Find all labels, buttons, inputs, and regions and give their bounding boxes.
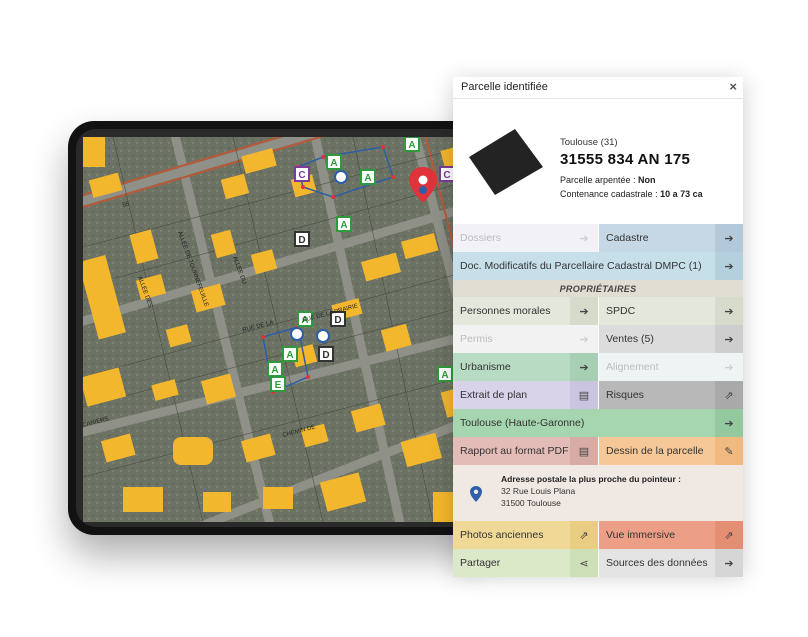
personnes-morales-button[interactable]: Personnes morales ➔ bbox=[453, 297, 598, 325]
parcel-id: 31555 834 AN 175 bbox=[560, 151, 691, 168]
svg-text:A: A bbox=[340, 220, 347, 231]
svg-text:A: A bbox=[286, 350, 293, 361]
arrow-right-icon: ➔ bbox=[579, 232, 589, 245]
arrow-right-icon: ➔ bbox=[579, 333, 589, 346]
panel-header: Parcelle identifiée × bbox=[453, 77, 743, 99]
svg-text:C: C bbox=[443, 170, 450, 181]
external-link-icon: ⇗ bbox=[715, 521, 743, 549]
pdf-file-icon: ▤ bbox=[570, 437, 598, 465]
cadastre-button[interactable]: Cadastre ➔ bbox=[598, 224, 743, 252]
svg-text:C: C bbox=[298, 170, 305, 181]
arrow-right-icon: ➔ bbox=[715, 409, 743, 437]
share-icon: ⋖ bbox=[570, 549, 598, 577]
arrow-right-icon: ➔ bbox=[570, 353, 598, 381]
proprietaires-section-header: PROPRIÉTAIRES bbox=[453, 280, 743, 297]
address-city: 31500 Toulouse bbox=[501, 498, 561, 508]
vue-immersive-button[interactable]: Vue immersive ⇗ bbox=[598, 521, 743, 549]
panel-title: Parcelle identifiée bbox=[461, 81, 548, 93]
parcel-city: Toulouse (31) bbox=[560, 137, 618, 148]
toulouse-button[interactable]: Toulouse (Haute-Garonne) ➔ bbox=[453, 409, 743, 437]
surveyed-status: Parcelle arpentée : Non bbox=[560, 175, 656, 185]
external-link-icon: ⇗ bbox=[570, 521, 598, 549]
svg-text:D: D bbox=[334, 315, 341, 326]
arrow-right-icon: ➔ bbox=[724, 361, 734, 374]
pdf-file-icon: ▤ bbox=[570, 381, 598, 409]
permis-button[interactable]: Permis ➔ bbox=[453, 325, 598, 353]
doc-modificatifs-button[interactable]: Doc. Modificatifs du Parcellaire Cadastr… bbox=[453, 252, 743, 280]
nearest-address: Adresse postale la plus proche du pointe… bbox=[453, 465, 743, 521]
arrow-right-icon: ➔ bbox=[570, 297, 598, 325]
photos-anciennes-button[interactable]: Photos anciennes ⇗ bbox=[453, 521, 598, 549]
parcel-info: Toulouse (31) 31555 834 AN 175 Parcelle … bbox=[453, 99, 743, 224]
dessin-parcelle-button[interactable]: Dessin de la parcelle ✎ bbox=[598, 437, 743, 465]
action-grid: Dossiers ➔ Cadastre ➔ Doc. Modificatifs du… bbox=[453, 224, 743, 577]
arrow-right-icon: ➔ bbox=[715, 224, 743, 252]
aerial-map[interactable]: A A C A D D D A A A E A A C 55 ALLÉE DE … bbox=[83, 137, 483, 522]
parcel-shape-icon bbox=[469, 129, 543, 195]
arrow-right-icon: ➔ bbox=[715, 297, 743, 325]
close-icon[interactable]: × bbox=[729, 79, 737, 94]
ventes-button[interactable]: Ventes (5) ➔ bbox=[598, 325, 743, 353]
arrow-right-icon: ➔ bbox=[715, 325, 743, 353]
arrow-right-icon: ➔ bbox=[715, 252, 743, 280]
address-title: Adresse postale la plus proche du pointe… bbox=[501, 474, 681, 484]
cadastral-area: Contenance cadastrale : 10 a 73 ca bbox=[560, 189, 703, 199]
alignement-button[interactable]: Alignement ➔ bbox=[598, 353, 743, 381]
svg-text:E: E bbox=[275, 380, 282, 391]
partager-button[interactable]: Partager ⋖ bbox=[453, 549, 598, 577]
arrow-right-icon: ➔ bbox=[715, 549, 743, 577]
urbanisme-button[interactable]: Urbanisme ➔ bbox=[453, 353, 598, 381]
risques-button[interactable]: Risques ⇗ bbox=[598, 381, 743, 409]
address-street: 32 Rue Louis Plana bbox=[501, 486, 576, 496]
svg-text:A: A bbox=[364, 173, 371, 184]
svg-text:D: D bbox=[298, 235, 305, 246]
sources-button[interactable]: Sources des données ➔ bbox=[598, 549, 743, 577]
svg-text:D: D bbox=[322, 350, 329, 361]
pencil-icon: ✎ bbox=[715, 437, 743, 465]
extrait-plan-button[interactable]: Extrait de plan ▤ bbox=[453, 381, 598, 409]
map-view[interactable]: A A C A D D D A A A E A A C 55 ALLÉE DE … bbox=[83, 137, 483, 522]
dossiers-button[interactable]: Dossiers ➔ bbox=[453, 224, 598, 252]
external-link-icon: ⇗ bbox=[715, 381, 743, 409]
svg-text:A: A bbox=[330, 158, 337, 169]
rapport-pdf-button[interactable]: Rapport au format PDF ▤ bbox=[453, 437, 598, 465]
parcel-panel: Parcelle identifiée × Toulouse (31) 3155… bbox=[453, 77, 743, 577]
map-pin-icon bbox=[470, 486, 482, 502]
svg-text:A: A bbox=[271, 365, 278, 376]
svg-text:A: A bbox=[441, 370, 448, 381]
svg-text:A: A bbox=[408, 140, 415, 151]
spdc-button[interactable]: SPDC ➔ bbox=[598, 297, 743, 325]
